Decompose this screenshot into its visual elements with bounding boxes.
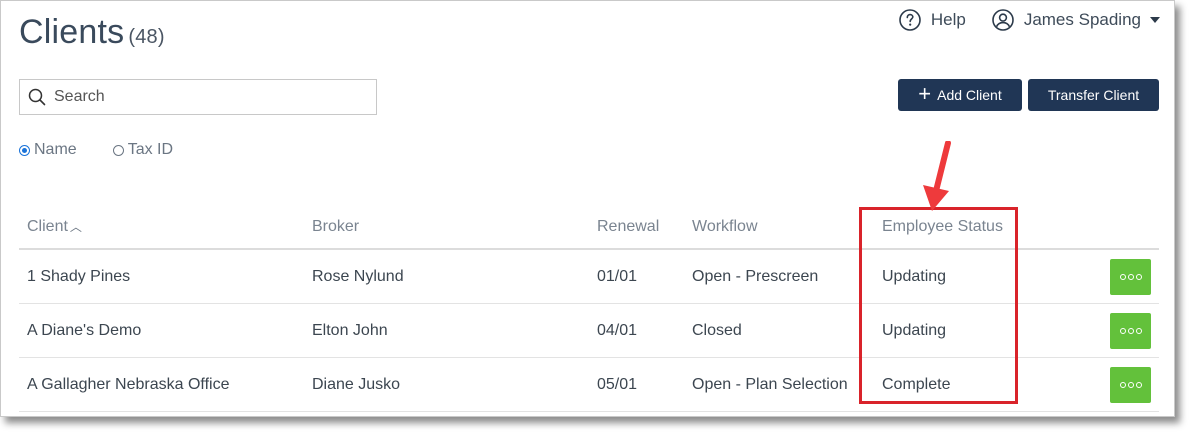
radio-unchecked-icon xyxy=(112,144,124,156)
help-circle-icon xyxy=(899,9,921,31)
more-actions-button[interactable] xyxy=(1110,366,1151,403)
top-nav: Help James Spading xyxy=(899,9,1160,31)
cell-broker: Diane Jusko xyxy=(304,357,589,412)
column-header-client-label: Client xyxy=(27,218,68,235)
cell-client[interactable]: A Diane's Demo xyxy=(19,303,304,358)
cell-actions xyxy=(1082,249,1159,304)
cell-workflow: Open - Plan Selection xyxy=(684,357,874,412)
cell-renewal: 05/01 xyxy=(589,357,684,412)
radio-checked-icon xyxy=(19,144,30,156)
column-header-client[interactable]: Client ︿ xyxy=(19,206,304,250)
user-name: James Spading xyxy=(1023,10,1141,29)
app-window: Clients (48) Help James Spading Search +… xyxy=(0,0,1175,417)
cell-employee-status: Complete xyxy=(874,357,1082,412)
cell-renewal: 04/01 xyxy=(589,303,684,358)
more-actions-button[interactable] xyxy=(1110,312,1151,349)
clients-table: Client ︿ Broker Renewal Workflow Employee… xyxy=(19,206,1159,412)
help-link[interactable]: Help xyxy=(899,9,966,31)
cell-actions xyxy=(1082,303,1159,358)
cell-actions xyxy=(1082,357,1159,412)
page-title-text: Clients xyxy=(19,13,125,51)
help-label: Help xyxy=(930,10,966,29)
cell-employee-status: Updating xyxy=(874,303,1082,358)
page-title: Clients (48) xyxy=(19,13,165,52)
user-circle-icon xyxy=(992,9,1014,31)
search-input[interactable] xyxy=(52,87,356,107)
client-count: (48) xyxy=(128,26,165,48)
add-client-label: Add Client xyxy=(937,87,1002,103)
table-row[interactable]: 1 Shady Pines Rose Nylund 01/01 Open - P… xyxy=(19,249,1159,304)
radio-name[interactable]: Name xyxy=(19,141,77,159)
annotation-arrow-icon xyxy=(923,141,951,211)
table-row[interactable]: A Gallagher Nebraska Office Diane Jusko … xyxy=(19,357,1159,412)
column-header-renewal[interactable]: Renewal xyxy=(589,206,684,250)
cell-client[interactable]: 1 Shady Pines xyxy=(19,249,304,304)
chevron-up-icon: ︿ xyxy=(69,220,82,234)
cell-workflow: Open - Prescreen xyxy=(684,249,874,304)
more-dots-icon xyxy=(1119,327,1126,334)
search-mode-group: Name Tax ID xyxy=(19,141,173,159)
transfer-client-label: Transfer Client xyxy=(1047,87,1140,103)
cell-broker: Elton John xyxy=(304,303,589,358)
search-box xyxy=(19,79,377,115)
table-row[interactable]: A Diane's Demo Elton John 04/01 Closed U… xyxy=(19,303,1159,358)
column-header-actions xyxy=(1082,206,1159,250)
chevron-down-icon xyxy=(1150,17,1160,23)
radio-tax-id-label: Tax ID xyxy=(127,141,174,158)
add-client-button[interactable]: + Add Client xyxy=(898,79,1022,111)
column-header-broker[interactable]: Broker xyxy=(304,206,589,250)
plus-icon: + xyxy=(918,81,932,106)
cell-client[interactable]: A Gallagher Nebraska Office xyxy=(19,357,304,412)
more-dots-icon xyxy=(1119,273,1126,280)
cell-workflow: Closed xyxy=(684,303,874,358)
radio-name-label: Name xyxy=(34,141,77,158)
transfer-client-button[interactable]: Transfer Client xyxy=(1028,79,1159,111)
cell-employee-status: Updating xyxy=(874,249,1082,304)
column-header-employee-status[interactable]: Employee Status xyxy=(874,206,1082,250)
user-menu[interactable]: James Spading xyxy=(992,9,1160,31)
radio-tax-id[interactable]: Tax ID xyxy=(112,141,174,159)
table-header-row: Client ︿ Broker Renewal Workflow Employee… xyxy=(19,206,1159,250)
cell-broker: Rose Nylund xyxy=(304,249,589,304)
search-icon xyxy=(28,88,46,106)
cell-renewal: 01/01 xyxy=(589,249,684,304)
more-dots-icon xyxy=(1119,381,1126,388)
more-actions-button[interactable] xyxy=(1110,258,1151,295)
column-header-workflow[interactable]: Workflow xyxy=(684,206,874,250)
